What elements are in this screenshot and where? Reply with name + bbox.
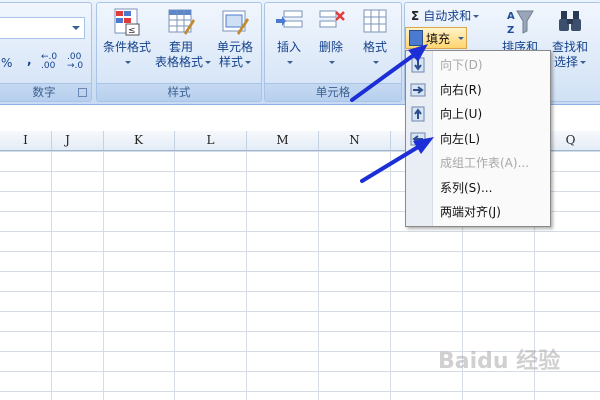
dialog-launcher-icon[interactable]: [78, 88, 87, 97]
column-gridline: [318, 151, 319, 400]
column-header-m[interactable]: M: [247, 131, 319, 150]
conditional-format-icon: ≤: [114, 8, 140, 36]
chevron-down-icon: [287, 61, 293, 64]
menu-item-label: 向下(D): [440, 58, 483, 72]
menu-item-label: 系列(S)...: [440, 180, 493, 195]
delete-cells-icon: [319, 10, 345, 28]
chevron-down-icon: [329, 61, 335, 64]
menu-item-label: 成组工作表(A)...: [440, 156, 530, 170]
fill-down-icon: [410, 57, 426, 73]
delete-button[interactable]: 删除: [311, 7, 351, 69]
menu-item-label: 向左(L): [440, 131, 481, 146]
fill-dropdown-menu: 向下(D) 向右(R) 向上(U) 向左(L) 成组工作表(A)... 系列(S)... 两…: [405, 50, 551, 227]
chevron-down-icon: [458, 37, 464, 40]
styles-group: ≤ 条件格式 套用 表格格式 单元格 样式 样式: [96, 2, 262, 102]
fill-right-icon: [410, 82, 426, 98]
menu-item: 成组工作表(A)...: [406, 151, 550, 175]
fill-button[interactable]: 填充: [405, 27, 467, 49]
increase-decimal-button[interactable]: ←.0.00: [41, 53, 61, 71]
baidu-watermark: Baidu 经验: [438, 349, 561, 374]
percent-button[interactable]: %: [1, 56, 12, 70]
sigma-icon: Σ: [411, 9, 420, 23]
number-format-select[interactable]: [0, 17, 85, 39]
binoculars-icon: [559, 11, 581, 31]
column-gridline: [103, 151, 104, 400]
chevron-down-icon: [72, 26, 80, 30]
cell-styles-button[interactable]: 单元格 样式: [209, 7, 261, 70]
sort-filter-icon: A Z: [507, 10, 534, 36]
number-group-label: 数字: [0, 83, 91, 101]
chevron-down-icon: [125, 61, 131, 64]
find-select-button[interactable]: 查找和 选择: [545, 7, 595, 70]
menu-item-label: 两端对齐(J): [440, 205, 501, 219]
chevron-down-icon: [245, 61, 251, 64]
column-header-k[interactable]: K: [103, 131, 175, 150]
format-as-table-button[interactable]: 套用 表格格式: [155, 7, 212, 70]
chevron-down-icon: [580, 61, 586, 64]
comma-button[interactable]: ,: [27, 53, 32, 67]
menu-item[interactable]: 两端对齐(J): [406, 200, 550, 224]
conditional-format-button[interactable]: ≤ 条件格式: [101, 7, 153, 69]
fill-down-icon: [409, 30, 423, 46]
sort-filter-button[interactable]: A Z 排序和: [497, 7, 543, 55]
insert-cells-icon: [276, 10, 303, 28]
autosum-button[interactable]: Σ 自动求和: [411, 7, 501, 24]
number-group: % , ←.0.00 .00 →.0 数字: [0, 2, 92, 102]
format-cells-icon: [363, 9, 387, 33]
menu-item[interactable]: 向上(U): [406, 102, 550, 126]
decrease-decimal-button[interactable]: .00 →.0: [67, 53, 87, 71]
menu-item[interactable]: 系列(S)...: [406, 176, 550, 200]
fill-left-icon: [410, 131, 426, 147]
menu-item: 向下(D): [406, 53, 550, 77]
cells-group-label: 单元格: [265, 83, 401, 101]
styles-group-label: 样式: [97, 83, 261, 101]
insert-button[interactable]: 插入: [269, 7, 309, 69]
svg-text:Z: Z: [507, 25, 514, 36]
cell-styles-icon: [222, 10, 249, 35]
column-header-n[interactable]: N: [319, 131, 391, 150]
fill-up-icon: [410, 106, 426, 122]
column-gridline: [390, 151, 391, 400]
column-gridline: [246, 151, 247, 400]
chevron-down-icon: [473, 15, 480, 18]
column-gridline: [174, 151, 175, 400]
menu-item[interactable]: 向右(R): [406, 78, 550, 102]
column-header-l[interactable]: L: [175, 131, 247, 150]
column-header-j[interactable]: J: [32, 131, 104, 150]
column-gridline: [51, 151, 52, 400]
table-format-icon: [168, 9, 195, 35]
chevron-down-icon: [373, 61, 379, 64]
menu-item[interactable]: 向左(L): [406, 127, 550, 151]
menu-item-label: 向右(R): [440, 82, 482, 97]
cells-group: 插入 删除 格式 单元格: [264, 2, 402, 102]
format-button[interactable]: 格式: [355, 7, 395, 69]
menu-item-label: 向上(U): [440, 107, 483, 121]
svg-text:≤: ≤: [128, 26, 136, 36]
svg-text:A: A: [507, 11, 515, 22]
